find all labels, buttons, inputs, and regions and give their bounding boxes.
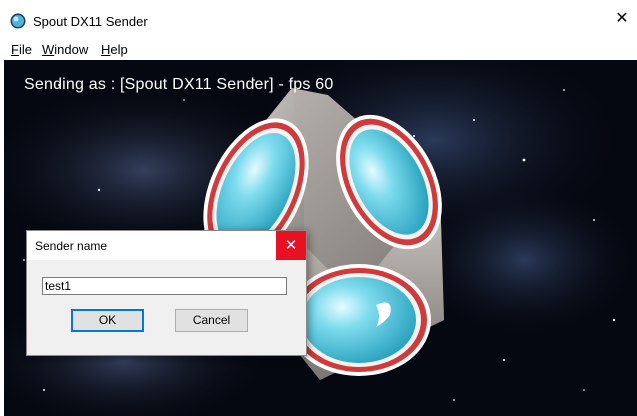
ok-button[interactable]: OK — [71, 309, 144, 332]
app-logo-icon — [10, 13, 26, 29]
dialog-close-icon[interactable]: ✕ — [276, 231, 306, 260]
title-bar[interactable]: Spout DX11 Sender ✕ — [0, 0, 637, 38]
app-window: Spout DX11 Sender ✕ File Window Help Sen… — [0, 0, 637, 416]
menu-help[interactable]: Help — [101, 42, 128, 57]
dialog-title-bar[interactable]: Sender name ✕ — [27, 231, 306, 260]
cancel-button[interactable]: Cancel — [175, 309, 248, 332]
menu-bar: File Window Help — [0, 38, 637, 60]
window-title: Spout DX11 Sender — [33, 14, 148, 29]
close-icon[interactable]: ✕ — [607, 0, 637, 38]
sender-name-dialog: Sender name ✕ OK Cancel — [26, 230, 307, 356]
dialog-title: Sender name — [35, 239, 108, 253]
sender-name-input[interactable] — [42, 277, 287, 295]
menu-window[interactable]: Window — [42, 42, 88, 57]
menu-file[interactable]: File — [11, 42, 32, 57]
status-text: Sending as : [Spout DX11 Sender] - fps 6… — [24, 76, 334, 93]
